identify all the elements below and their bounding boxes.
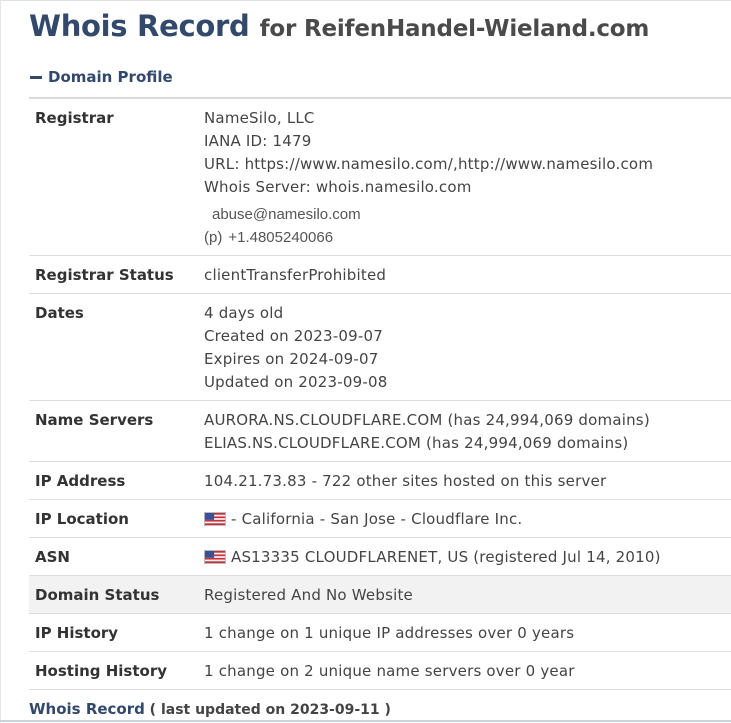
- asn-value: AS13335 CLOUDFLARENET, US (registered Ju…: [198, 537, 731, 576]
- registrar-value: NameSilo, LLC IANA ID: 1479 URL: https:/…: [198, 99, 731, 256]
- registrar-whois-server: Whois Server: whois.namesilo.com: [204, 178, 472, 196]
- name-server-2: ELIAS.NS.CLOUDFLARE.COM (has 24,994,069 …: [204, 434, 629, 452]
- phone-number: +1.4805240066: [228, 229, 334, 246]
- registrar-abuse-email: abuse@namesilo.com: [212, 206, 361, 223]
- name-servers-label: Name Servers: [29, 400, 198, 462]
- registrar-name: NameSilo, LLC: [204, 109, 315, 127]
- row-asn: ASN AS13335 CLOUDFLARENET, US (registere…: [29, 537, 731, 576]
- bottom-divider: [0, 720, 731, 722]
- row-ip-address: IP Address 104.21.73.83 - 722 other site…: [29, 461, 731, 500]
- ip-location-value: - California - San Jose - Cloudflare Inc…: [198, 499, 731, 538]
- ip-history-label: IP History: [29, 613, 198, 652]
- registrar-phone: (p) +1.4805240066: [204, 226, 725, 249]
- domain-profile-table: Registrar NameSilo, LLC IANA ID: 1479 UR…: [29, 99, 731, 690]
- name-server-1: AURORA.NS.CLOUDFLARE.COM (has 24,994,069…: [204, 411, 650, 429]
- hosting-history-value[interactable]: 1 change on 2 unique name servers over 0…: [198, 651, 731, 690]
- row-name-servers: Name Servers AURORA.NS.CLOUDFLARE.COM (h…: [29, 400, 731, 462]
- registrar-iana-id: IANA ID: 1479: [204, 132, 312, 150]
- domain-status-value: Registered And No Website: [198, 575, 731, 614]
- whois-record-title: Whois Record: [29, 700, 145, 718]
- row-domain-status: Domain Status Registered And No Website: [29, 575, 731, 614]
- ip-location-text: - California - San Jose - Cloudflare Inc…: [231, 510, 523, 528]
- ip-location-label: IP Location: [29, 499, 198, 538]
- created-date: Created on 2023-09-07: [204, 327, 383, 345]
- row-hosting-history: Hosting History 1 change on 2 unique nam…: [29, 651, 731, 690]
- registrar-status-value: clientTransferProhibited: [198, 255, 731, 294]
- registrar-url: URL: https://www.namesilo.com/,http://ww…: [204, 155, 654, 173]
- row-dates: Dates 4 days old Created on 2023-09-07 E…: [29, 293, 731, 401]
- last-updated-note: ( last updated on 2023-09-11 ): [149, 702, 391, 718]
- left-border: [0, 0, 1, 723]
- page-title: Whois Record for ReifenHandel-Wieland.co…: [29, 6, 649, 44]
- phone-prefix: (p): [204, 229, 223, 246]
- row-registrar: Registrar NameSilo, LLC IANA ID: 1479 UR…: [29, 99, 731, 256]
- row-ip-history: IP History 1 change on 1 unique IP addre…: [29, 613, 731, 652]
- page-title-main: Whois Record: [29, 9, 250, 43]
- whois-record-footer: Whois Record ( last updated on 2023-09-1…: [29, 700, 391, 718]
- domain-age: 4 days old: [204, 304, 284, 322]
- ip-address-label: IP Address: [29, 461, 198, 500]
- ip-address-value: 104.21.73.83 - 722 other sites hosted on…: [198, 461, 731, 500]
- dates-label: Dates: [29, 293, 198, 401]
- domain-profile-toggle[interactable]: Domain Profile: [29, 68, 173, 86]
- domain-profile-title: Domain Profile: [48, 68, 173, 86]
- registrar-label: Registrar: [29, 99, 198, 256]
- registrar-status-label: Registrar Status: [29, 255, 198, 294]
- updated-date: Updated on 2023-09-08: [204, 373, 388, 391]
- hosting-history-label: Hosting History: [29, 651, 198, 690]
- us-flag-icon: [204, 512, 226, 526]
- ip-history-value[interactable]: 1 change on 1 unique IP addresses over 0…: [198, 613, 731, 652]
- name-servers-value: AURORA.NS.CLOUDFLARE.COM (has 24,994,069…: [198, 400, 731, 462]
- us-flag-icon: [204, 550, 226, 564]
- minus-icon[interactable]: [30, 75, 42, 79]
- asn-label: ASN: [29, 537, 198, 576]
- row-ip-location: IP Location - California - San Jose - Cl…: [29, 499, 731, 538]
- domain-status-label: Domain Status: [29, 575, 198, 614]
- asn-text: AS13335 CLOUDFLARENET, US (registered Ju…: [231, 548, 661, 566]
- row-registrar-status: Registrar Status clientTransferProhibite…: [29, 255, 731, 294]
- expires-date: Expires on 2024-09-07: [204, 350, 379, 368]
- top-border: [0, 0, 731, 1]
- dates-value: 4 days old Created on 2023-09-07 Expires…: [198, 293, 731, 401]
- page-title-domain: for ReifenHandel-Wieland.com: [259, 16, 650, 42]
